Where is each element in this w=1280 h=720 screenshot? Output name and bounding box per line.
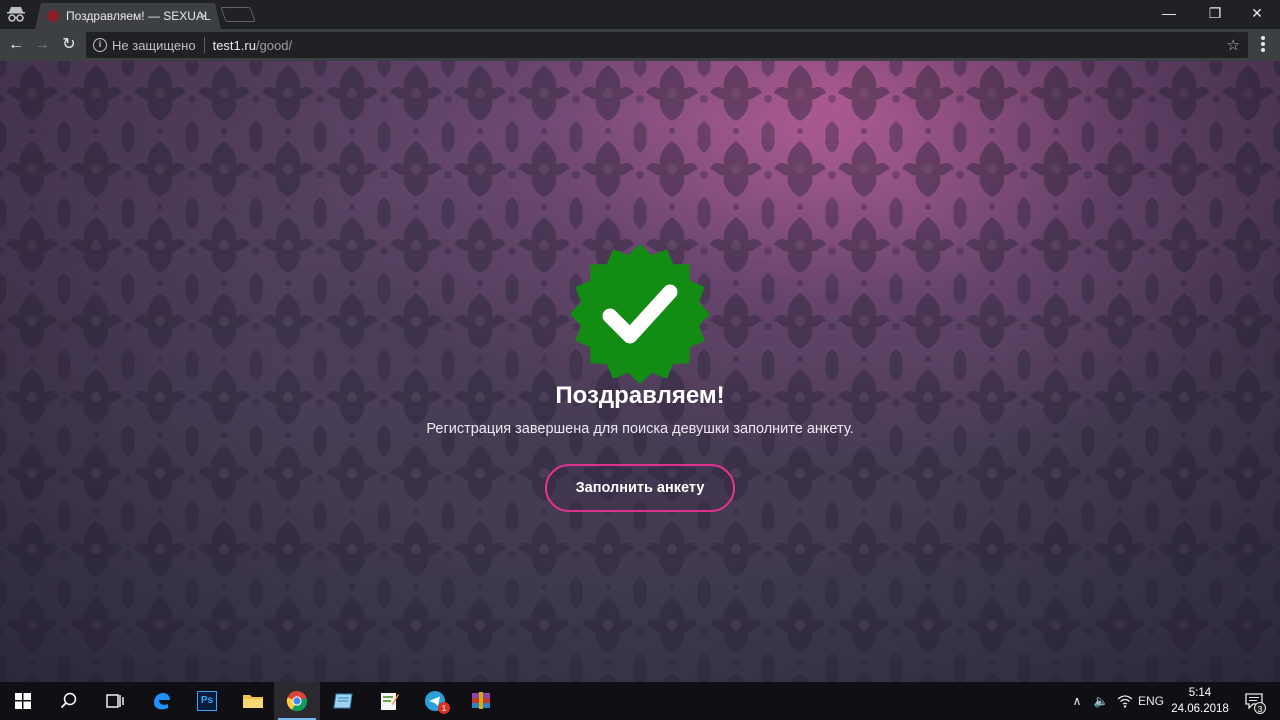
incognito-icon: [7, 7, 25, 22]
telegram-unread-badge: 1: [438, 702, 450, 714]
editor-icon: [381, 693, 399, 710]
new-tab-button[interactable]: [220, 7, 256, 22]
folder-icon: [243, 695, 263, 708]
taskbar-editor[interactable]: [366, 682, 412, 720]
taskbar-photoshop[interactable]: Ps: [184, 682, 230, 720]
browser-toolbar: ← → ↻ i Не защищено test1.ru /good/ ☆: [0, 29, 1280, 61]
security-status[interactable]: Не защищено: [112, 38, 196, 53]
clock-time: 5:14: [1188, 687, 1212, 699]
address-bar[interactable]: i Не защищено test1.ru /good/ ☆: [86, 32, 1248, 58]
edge-icon: [154, 693, 170, 710]
input-language[interactable]: ENG: [1136, 682, 1166, 720]
info-icon[interactable]: i: [93, 38, 107, 52]
fill-profile-button[interactable]: Заполнить анкету: [545, 464, 735, 512]
taskbar-search-button[interactable]: [46, 682, 92, 720]
task-view-button[interactable]: [92, 682, 138, 720]
volume-icon[interactable]: 🔈: [1090, 682, 1112, 720]
taskbar-clock[interactable]: 5:14 24.06.2018: [1168, 685, 1232, 717]
windows-taskbar: Ps 1 ∧ �: [0, 682, 1280, 720]
tab-close-icon[interactable]: ×: [197, 9, 211, 23]
taskbar-file-explorer[interactable]: [230, 682, 276, 720]
bookmark-star-icon[interactable]: ☆: [1227, 36, 1240, 54]
taskbar-telegram[interactable]: 1: [412, 682, 458, 720]
start-button[interactable]: [0, 682, 46, 720]
page-content: Поздравляем! Регистрация завершена для п…: [0, 61, 1280, 682]
page-subtitle: Регистрация завершена для поиска девушки…: [426, 421, 854, 437]
verified-check-badge-icon: [570, 244, 710, 384]
chrome-icon: [286, 691, 308, 712]
page-title: Поздравляем!: [555, 382, 725, 409]
windows-logo-icon: [15, 693, 31, 709]
tab-active[interactable]: Поздравляем! — SEXUAL ×: [35, 3, 221, 29]
action-center-button[interactable]: 3: [1236, 682, 1272, 720]
back-button[interactable]: ←: [6, 35, 26, 55]
tray-show-hidden-icons[interactable]: ∧: [1066, 682, 1088, 720]
search-icon: [60, 692, 77, 709]
close-window-button[interactable]: ✕: [1234, 0, 1280, 26]
reload-button[interactable]: ↻: [59, 35, 79, 55]
notifications-count-badge: 3: [1254, 702, 1266, 714]
site-favicon-icon: [47, 10, 59, 22]
minimize-button[interactable]: —: [1146, 0, 1192, 26]
forward-button[interactable]: →: [32, 35, 52, 55]
wifi-icon: [1117, 695, 1133, 708]
taskbar-chrome[interactable]: [274, 682, 320, 720]
notepad-icon: [333, 693, 353, 709]
taskbar-edge[interactable]: [138, 682, 184, 720]
browser-titlebar: Поздравляем! — SEXUAL × — ❐ ✕: [0, 0, 1280, 29]
url-path[interactable]: /good/: [256, 38, 292, 53]
winrar-icon: [472, 692, 490, 709]
network-wifi-icon[interactable]: [1114, 682, 1136, 720]
taskbar-winrar[interactable]: [458, 682, 504, 720]
task-view-icon: [106, 694, 124, 708]
photoshop-icon: Ps: [197, 691, 217, 711]
url-host[interactable]: test1.ru: [213, 38, 256, 53]
maximize-button[interactable]: ❐: [1192, 0, 1238, 26]
omnibox-divider: [203, 37, 205, 53]
taskbar-notepad[interactable]: [320, 682, 366, 720]
clock-date: 24.06.2018: [1171, 703, 1229, 715]
browser-menu-icon[interactable]: [1256, 35, 1270, 55]
